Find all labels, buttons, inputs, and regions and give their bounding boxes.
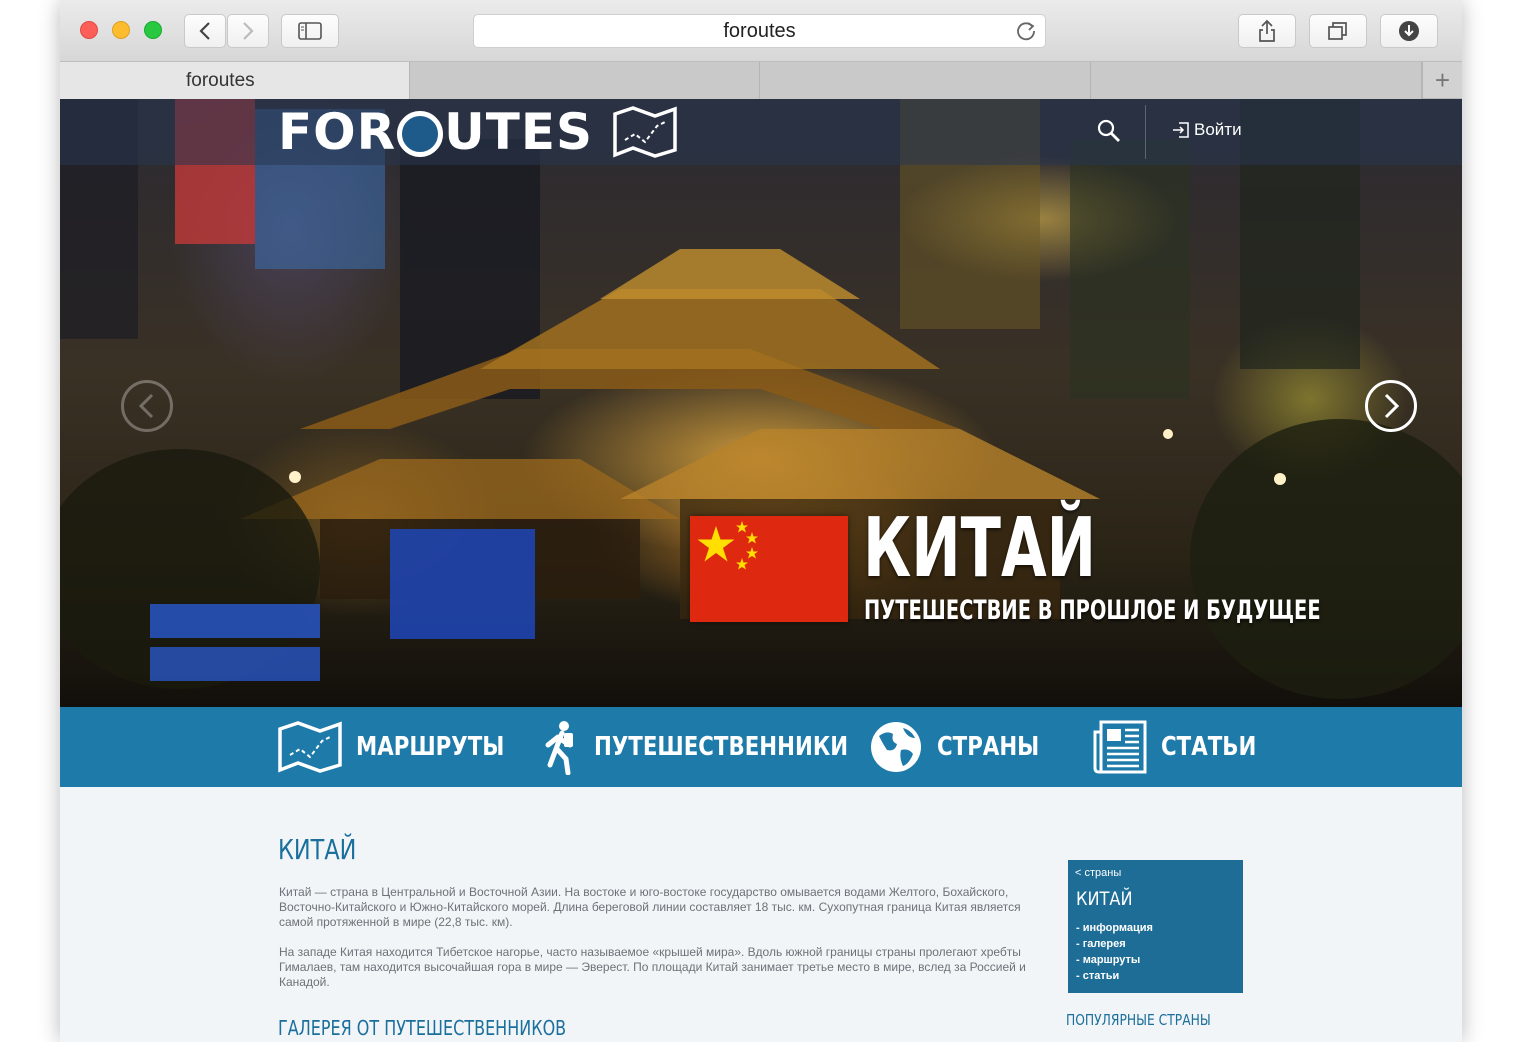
nav-travelers[interactable]: ПУТЕШЕСТВЕННИКИ — [540, 707, 904, 787]
address-bar[interactable]: foroutes — [473, 14, 1046, 48]
tab-empty[interactable] — [760, 62, 1091, 99]
gallery-heading: ГАЛЕРЕЯ ОТ ПУТЕШЕСТВЕННИКОВ — [278, 1016, 567, 1040]
tab-empty[interactable] — [410, 62, 760, 99]
chevron-left-icon — [138, 393, 154, 419]
sidebar-link-gallery[interactable]: - галерея — [1076, 936, 1153, 952]
sidebar-link-routes[interactable]: - маршруты — [1076, 952, 1153, 968]
nav-travelers-label: ПУТЕШЕСТВЕННИКИ — [594, 732, 849, 762]
site-header — [60, 99, 1462, 165]
tab-bar: foroutes + — [60, 62, 1462, 99]
country-description-paragraph: На западе Китая находится Тибетское наго… — [279, 945, 1026, 989]
login-label: Войти — [1194, 120, 1242, 139]
hero-title: КИТАЙ — [863, 501, 1097, 596]
plus-icon: + — [1434, 65, 1451, 95]
sidebar-toggle-button[interactable] — [281, 14, 339, 48]
nav-articles-label: СТАТЬИ — [1161, 732, 1257, 762]
downloads-button[interactable] — [1380, 14, 1438, 48]
tab-foroutes[interactable]: foroutes — [60, 62, 410, 99]
nav-countries-label: СТРАНЫ — [937, 732, 1040, 762]
share-button[interactable] — [1238, 14, 1296, 48]
china-flag-stars — [697, 521, 758, 570]
logo-text-left: FOR — [278, 103, 397, 161]
newspaper-icon — [1093, 720, 1147, 774]
site-logo[interactable]: FOR UTES — [278, 103, 677, 161]
nav-countries[interactable]: СТРАНЫ — [869, 707, 1062, 787]
close-window-button[interactable] — [80, 21, 98, 39]
hero-subtitle: ПУТЕШЕСТВИЕ В ПРОШЛОЕ И БУДУЩЕЕ — [864, 595, 1321, 626]
browser-window: foroutes foroutes + FOR UTES Войти КИТАЙ… — [60, 0, 1462, 1042]
zoom-window-button[interactable] — [144, 21, 162, 39]
globe-icon — [871, 722, 921, 772]
sidebar-link-info[interactable]: - информация — [1076, 920, 1153, 936]
sidebar-icon — [298, 22, 322, 40]
sidebar-link-articles[interactable]: - статьи — [1076, 968, 1153, 984]
sidebar-links: - информация - галерея - маршруты - стат… — [1076, 920, 1153, 984]
popular-countries-heading: ПОПУЛЯРНЫЕ СТРАНЫ — [1066, 1011, 1211, 1029]
minimize-window-button[interactable] — [112, 21, 130, 39]
chevron-right-icon — [243, 22, 254, 40]
country-description-paragraph: Китай — страна в Центральной и Восточной… — [279, 885, 1021, 929]
header-divider — [1145, 105, 1146, 159]
main-content: КИТАЙ Китай — страна в Центральной и Вос… — [60, 787, 1462, 1042]
search-icon[interactable] — [1097, 119, 1121, 143]
tabs-overview-button[interactable] — [1309, 14, 1367, 48]
nav-routes-label: МАРШРУТЫ — [356, 732, 505, 762]
page-title: КИТАЙ — [278, 833, 357, 866]
nav-routes[interactable]: МАРШРУТЫ — [278, 707, 537, 787]
sidebar-country-title: КИТАЙ — [1076, 888, 1133, 910]
main-nav: МАРШРУТЫ ПУТЕШЕСТВЕННИКИ СТРАНЫ СТАТЬИ — [60, 707, 1462, 787]
chevron-right-icon — [1384, 393, 1400, 419]
map-route-icon — [278, 721, 342, 773]
login-icon — [1173, 122, 1189, 138]
browser-toolbar: foroutes — [60, 0, 1462, 62]
slider-next-button[interactable] — [1365, 380, 1417, 432]
hiker-icon — [545, 721, 573, 775]
login-button[interactable]: Войти — [1172, 120, 1242, 140]
share-icon — [1259, 19, 1275, 42]
new-tab-button[interactable]: + — [1422, 62, 1462, 99]
tab-empty[interactable] — [1091, 62, 1422, 99]
tab-title: foroutes — [186, 69, 255, 91]
country-sidebar-card: < страны КИТАЙ - информация - галерея - … — [1068, 860, 1243, 993]
logo-text-right: UTES — [444, 103, 594, 161]
address-text: foroutes — [723, 19, 796, 42]
logo-globe-icon — [397, 111, 444, 157]
slider-prev-button[interactable] — [121, 380, 173, 432]
reload-icon[interactable] — [1015, 20, 1037, 42]
nav-articles[interactable]: СТАТЬИ — [1093, 707, 1277, 787]
china-flag — [690, 516, 848, 622]
tabs-icon — [1328, 22, 1347, 40]
chevron-left-icon — [199, 22, 210, 40]
forward-button[interactable] — [227, 14, 269, 48]
logo-map-icon — [613, 106, 677, 158]
download-icon — [1399, 21, 1419, 41]
hero-slider: FOR UTES Войти КИТАЙ ПУТЕШЕСТВИЕ В ПРОШЛ… — [60, 99, 1462, 707]
back-to-countries-link[interactable]: < страны — [1075, 867, 1121, 879]
back-button[interactable] — [184, 14, 226, 48]
